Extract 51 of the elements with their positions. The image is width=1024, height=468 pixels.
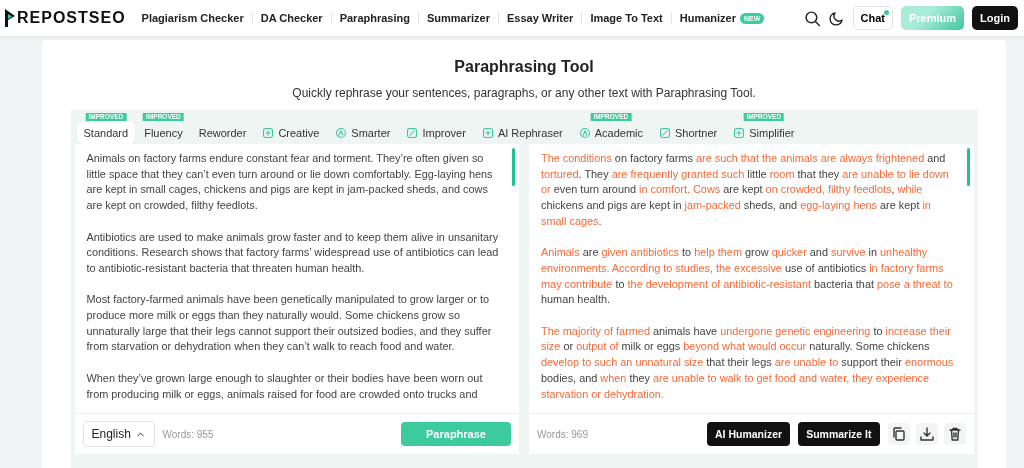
nav-link[interactable]: Plagiarism Checker — [133, 12, 252, 24]
nav-link[interactable]: Essay Writer — [497, 12, 582, 24]
copy-button[interactable] — [887, 423, 910, 445]
mode-icon — [406, 127, 419, 139]
delete-button[interactable] — [943, 423, 966, 445]
mode-tab[interactable]: AI Rephraser — [474, 122, 570, 144]
language-select[interactable]: English — [82, 421, 155, 447]
word-count: Words: 955 — [162, 428, 214, 440]
mode-tab[interactable]: Simplifier — [726, 122, 802, 144]
scrollbar-thumb[interactable] — [512, 148, 515, 186]
mode-icon — [578, 127, 591, 139]
input-paragraph[interactable]: Animals on factory farms endure constant fear and torment. They’re often given so little space that they can’t even turn around or lie down comfortably. Egg-laying hens are kept in small cages, chickens and pigs are kept in jam-packed sheds, and cows are kept on crowded, filthy feedlots. — [86, 151, 499, 214]
mode-icon — [659, 127, 671, 139]
mode-icon — [733, 127, 746, 139]
download-button[interactable] — [915, 423, 938, 445]
page-title: Paraphrasing Tool — [454, 58, 594, 76]
mode-tab[interactable]: Standard — [76, 122, 136, 144]
nav-link[interactable]: Paraphrasing — [330, 12, 418, 24]
output-paragraph: The conditions on factory farms are such that the animals are always frightened and tortured. They are frequently granted such little room that they are unable to lie down or even turn around in comfort. Cows are kept on crowded, filthy feedlots, while chickens and pigs are kept in jam-packed sheds, and egg-laying hens are kept in small cages. — [541, 151, 950, 229]
mode-tab[interactable]: Shortner — [652, 122, 725, 144]
mode-icon — [481, 127, 494, 139]
mode-tab[interactable]: Reworder — [191, 122, 254, 144]
mode-tab[interactable]: Fluency — [137, 122, 190, 144]
input-paragraph[interactable]: Antibiotics are used to make animals grow faster and to keep them alive in unsanitary conditions. Research shows that factory farms’ widespread use of antibiotics can lead to antibiotic-resistant bacteria that threaten human health. — [86, 229, 499, 277]
input-paragraph[interactable]: Most factory-farmed animals have been genetically manipulated to grow larger or to produce more milk or eggs than they naturally would. Some chickens grow so unnaturally large that their legs cannot support their outsized bodies, and they suffer from starvation or dehydration when they can’t walk to reach food and water. — [86, 292, 499, 356]
download-icon — [918, 426, 935, 442]
logo-icon — [4, 8, 16, 28]
mode-icon — [335, 127, 348, 139]
nav-link[interactable]: Image To Text — [581, 12, 671, 24]
nav-link[interactable]: Summarizer — [417, 12, 498, 24]
search-icon — [803, 9, 821, 27]
nav-link[interactable]: DA Checker — [251, 12, 331, 24]
trash-icon — [946, 426, 963, 442]
action-button[interactable]: AI Humanizer — [707, 422, 791, 446]
output-paragraph: Animals are given antibiotics to help them grow quicker and survive in unhealthy environments. According to studies, the excessive use of antibiotics in factory farms may contribute to the development of antibiotic-resistant bacteria that pose a threat to human health. — [541, 245, 954, 308]
chat-button[interactable]: Chat — [852, 6, 893, 30]
page-subtitle: Quickly rephrase your sentences, paragraphs, or any other text with Paraphrasing Tool. — [292, 86, 756, 100]
mode-icon — [262, 127, 275, 139]
scrollbar-thumb[interactable] — [966, 148, 970, 186]
login-button[interactable]: Login — [972, 6, 1018, 30]
copy-icon — [890, 426, 907, 442]
action-button[interactable]: Summarize It — [798, 422, 880, 446]
mode-tab[interactable]: Creative — [255, 122, 327, 144]
input-paragraph[interactable]: When they’ve grown large enough to slaughter or their bodies have been worn out from producing milk or eggs, animals raised for food are crowded onto trucks and — [86, 370, 499, 403]
moon-icon — [828, 10, 845, 26]
output-paragraph: The majority of farmed animals have undergone genetic engineering to increase their size or output of milk or eggs beyond what would occur naturally. Some chickens develop to such an unnatural size that their legs are unable to support their enormous bodies, and when they are unable to walk to get food and water, they experience starvation or dehydration. — [541, 323, 954, 402]
mode-tab[interactable]: Academic — [571, 122, 650, 144]
word-count: Words: 969 — [537, 428, 588, 440]
logo-text: REPOSTSEO — [17, 9, 126, 27]
mode-tab[interactable]: Improver — [399, 122, 473, 144]
mode-tab[interactable]: Smarter — [328, 122, 398, 144]
